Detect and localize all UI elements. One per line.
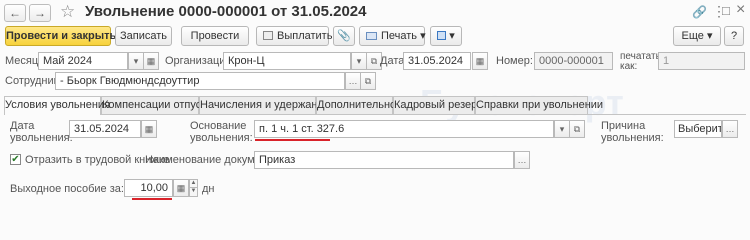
employee-select-button[interactable]: … xyxy=(345,72,361,90)
document-name-select-button[interactable]: … xyxy=(514,151,530,169)
document-name-field[interactable]: Приказ xyxy=(254,151,514,169)
post-button[interactable]: Провести xyxy=(181,26,249,46)
print-label: Печать xyxy=(381,30,418,42)
pay-button[interactable]: Выплатить xyxy=(256,26,333,46)
create-based-on-button[interactable]: ▾ xyxy=(430,26,462,46)
record-in-workbook-checkbox[interactable]: ✔ xyxy=(10,154,21,165)
number-label: Номер: xyxy=(496,55,533,67)
maximize-icon[interactable]: □ xyxy=(722,3,730,18)
basis-open-button[interactable]: ⧉ xyxy=(569,120,585,138)
back-icon: ← xyxy=(9,6,21,20)
basis-field[interactable]: п. 1 ч. 1 ст. 327.6 xyxy=(254,120,554,138)
link-icon[interactable]: 🔗 xyxy=(692,5,707,19)
reason-label: Причина увольнения: xyxy=(601,120,664,144)
checkmark-icon: ✔ xyxy=(11,154,20,165)
create-based-icon xyxy=(437,31,447,40)
severance-unit-label: дн xyxy=(202,183,215,195)
tab-divider xyxy=(4,114,746,115)
basis-label: Основание увольнения: xyxy=(190,120,253,144)
calculator-icon: ▦ xyxy=(176,183,186,193)
tab-accruals-deductions[interactable]: Начисления и удержания xyxy=(199,96,330,114)
ellipsis-icon: … xyxy=(725,124,735,134)
print-button[interactable]: Печать ▾ xyxy=(359,26,426,46)
print-as-field[interactable]: 1 xyxy=(658,52,745,70)
number-field[interactable]: 0000-000001 xyxy=(534,52,613,70)
chevron-down-icon: ▾ xyxy=(420,30,426,42)
open-link-icon: ⧉ xyxy=(573,124,581,134)
chevron-down-icon: ▾ xyxy=(706,30,713,42)
forward-button[interactable]: → xyxy=(29,4,51,22)
month-picker-button[interactable]: ▦ xyxy=(143,52,159,70)
favorite-star-icon[interactable]: ☆ xyxy=(60,2,75,22)
printer-icon xyxy=(366,32,377,40)
more-label: Еще xyxy=(681,30,704,42)
chevron-down-icon: ▾ xyxy=(356,56,362,66)
page-title: Увольнение 0000-000001 от 31.05.2024 xyxy=(85,3,367,20)
ellipsis-icon: … xyxy=(348,76,358,86)
tab-dismissal-conditions[interactable]: Условия увольнения xyxy=(4,96,110,115)
save-button[interactable]: Записать xyxy=(115,26,172,46)
severance-stepper[interactable]: ▲ ▼ xyxy=(189,179,198,197)
back-button[interactable]: ← xyxy=(4,4,26,22)
chevron-down-icon: ▾ xyxy=(449,30,455,42)
ellipsis-icon: … xyxy=(517,155,527,165)
open-link-icon: ⧉ xyxy=(370,56,378,66)
month-label: Месяц: xyxy=(5,55,42,67)
attach-button[interactable]: 📎 xyxy=(333,26,355,46)
severance-field[interactable]: 10,00 xyxy=(124,179,173,197)
pay-label: Выплатить xyxy=(277,30,333,42)
calendar-icon: ▦ xyxy=(146,56,156,66)
print-as-label: печатать как: xyxy=(620,51,661,72)
pay-icon xyxy=(263,31,273,40)
severance-label: Выходное пособие за: xyxy=(10,183,124,195)
reason-field[interactable]: Выберите xyxy=(674,120,722,138)
calendar-icon: ▦ xyxy=(144,124,154,134)
severance-highlight-underline xyxy=(132,198,172,200)
dismissal-date-picker-button[interactable]: ▦ xyxy=(141,120,157,138)
tab-additional[interactable]: Дополнительно xyxy=(316,96,396,114)
tab-dismissal-certificates[interactable]: Справки при увольнении xyxy=(475,96,603,114)
organization-dropdown-button[interactable]: ▾ xyxy=(351,52,367,70)
stepper-down-icon[interactable]: ▼ xyxy=(189,188,198,197)
employee-open-button[interactable]: ⧉ xyxy=(360,72,376,90)
reason-select-button[interactable]: … xyxy=(722,120,738,138)
close-icon[interactable]: × xyxy=(736,1,745,19)
calendar-icon: ▦ xyxy=(475,56,485,66)
paperclip-icon: 📎 xyxy=(337,30,351,42)
month-field[interactable]: Май 2024 xyxy=(38,52,128,70)
basis-highlight-underline xyxy=(255,139,330,141)
month-dropdown-button[interactable]: ▾ xyxy=(128,52,144,70)
tab-vacation-compensation[interactable]: Компенсации отпуска xyxy=(101,96,212,114)
open-link-icon: ⧉ xyxy=(364,76,372,86)
organization-field[interactable]: Крон-Ц xyxy=(223,52,351,70)
basis-dropdown-button[interactable]: ▾ xyxy=(554,120,570,138)
date-field[interactable]: 31.05.2024 xyxy=(403,52,471,70)
stepper-up-icon[interactable]: ▲ xyxy=(189,179,198,188)
more-button[interactable]: Еще ▾ xyxy=(673,26,721,46)
date-picker-button[interactable]: ▦ xyxy=(472,52,488,70)
forward-icon: → xyxy=(34,6,46,20)
chevron-down-icon: ▾ xyxy=(133,56,139,66)
dismissal-date-field[interactable]: 31.05.2024 xyxy=(69,120,141,138)
severance-calculator-button[interactable]: ▦ xyxy=(173,179,189,197)
help-button[interactable]: ? xyxy=(724,26,744,46)
employee-field[interactable]: - Бьорк Гвюдмюндсдоуттир xyxy=(55,72,345,90)
post-and-close-button[interactable]: Провести и закрыть xyxy=(5,26,116,46)
chevron-down-icon: ▾ xyxy=(559,124,565,134)
tab-personnel-reserve[interactable]: Кадровый резерв xyxy=(393,96,483,114)
employee-label: Сотрудник: xyxy=(5,75,62,87)
dismissal-date-label: Дата увольнения: xyxy=(10,120,73,144)
